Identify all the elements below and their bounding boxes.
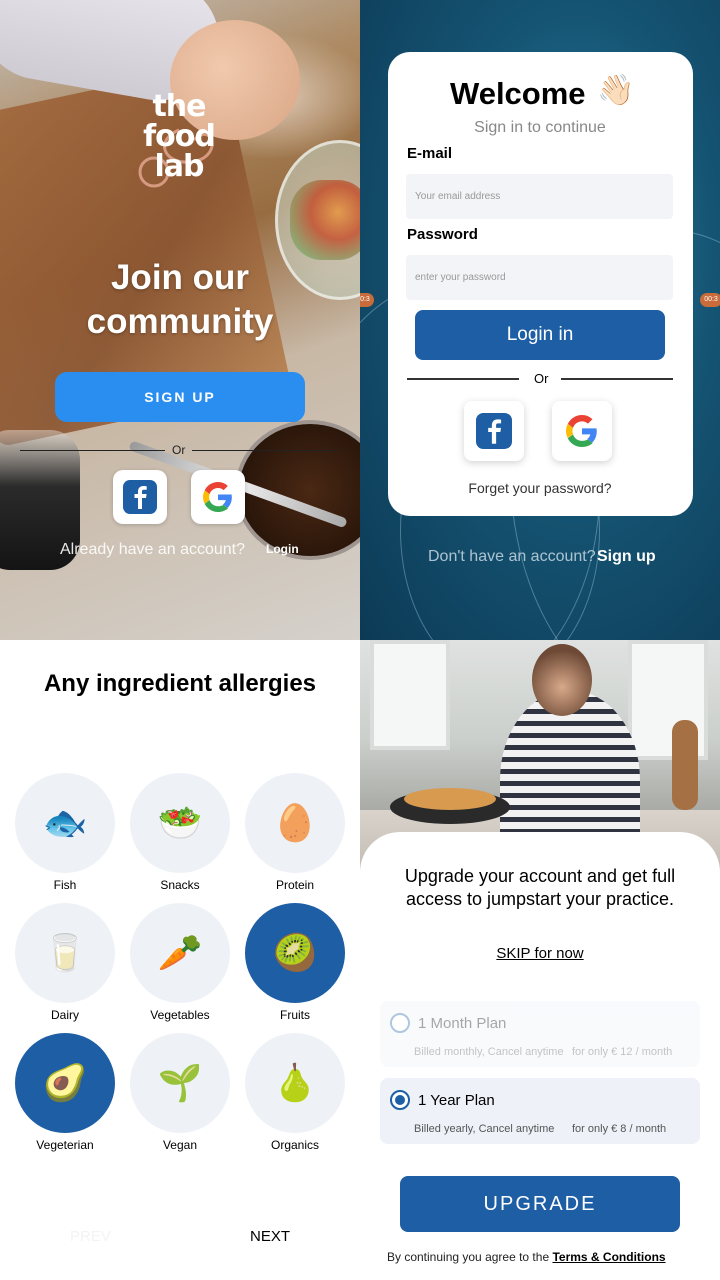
email-label: E-mail <box>407 145 453 162</box>
radio-button[interactable] <box>390 1090 410 1110</box>
timer-badge: 00:3 <box>700 293 720 307</box>
divider <box>192 450 340 451</box>
google-button[interactable] <box>552 401 612 461</box>
facebook-icon <box>123 480 157 514</box>
join-heading: Join our community <box>0 256 360 344</box>
food-lab-logo: the food lab <box>134 92 224 188</box>
or-label: Or <box>172 443 186 457</box>
divider <box>561 378 673 380</box>
guitar-image <box>672 720 698 810</box>
option-label: Fruits <box>280 1008 310 1022</box>
heading-line: Join our <box>110 258 250 297</box>
forgot-password-link[interactable]: Forget your password? <box>360 480 720 496</box>
pasta-image <box>404 788 496 810</box>
plan-option-yearly[interactable]: 1 Year Plan Billed yearly, Cancel anytim… <box>380 1078 700 1144</box>
plan-price: for only € 12 / month <box>572 1046 673 1058</box>
allergies-screen: Any ingredient allergies 🐟 Fish 🥗 Snacks… <box>0 640 360 1280</box>
login-screen: 00:3 00:3 Welcome 👋🏻 Sign in to continue… <box>360 0 720 640</box>
next-button[interactable]: NEXT <box>250 1228 290 1245</box>
heading-line: access to jumpstart your practice. <box>405 889 675 909</box>
plan-name: 1 Year Plan <box>418 1092 495 1109</box>
person-head-image <box>532 644 592 716</box>
allergy-option-fruits[interactable]: 🥝 Fruits <box>245 903 345 1033</box>
upgrade-screen: Upgrade your account and get full access… <box>360 640 720 1280</box>
allergy-option-vegetables[interactable]: 🥕 Vegetables <box>130 903 230 1033</box>
facebook-icon <box>476 413 512 449</box>
signup-button[interactable]: SIGN UP <box>55 372 305 422</box>
option-label: Protein <box>275 878 315 892</box>
signup-screen: the food lab Join our community SIGN UP … <box>0 0 360 640</box>
logo-text: lab <box>154 149 204 184</box>
radio-button[interactable] <box>390 1013 410 1033</box>
fish-icon: 🐟 <box>15 773 115 873</box>
logo-text: the <box>152 89 206 124</box>
divider <box>20 450 165 451</box>
egg-icon: 🥚 <box>245 773 345 873</box>
terms-prefix: By continuing you agree to the <box>387 1250 550 1264</box>
upgrade-heading: Upgrade your account and get full access… <box>360 865 720 911</box>
login-link[interactable]: Login <box>266 542 299 556</box>
google-icon <box>566 415 597 447</box>
option-label: Vegetables <box>150 1008 210 1022</box>
welcome-title: Welcome <box>450 76 586 111</box>
option-label: Fish <box>53 878 77 892</box>
heading-line: community <box>86 302 274 341</box>
kiwi-icon: 🥝 <box>245 903 345 1003</box>
page-title: Any ingredient allergies <box>43 670 317 697</box>
option-label: Vegeterian <box>36 1138 94 1152</box>
facebook-button[interactable] <box>464 401 524 461</box>
allergy-option-snacks[interactable]: 🥗 Snacks <box>130 773 230 903</box>
option-label: Organics <box>270 1138 320 1152</box>
salad-image <box>290 180 360 260</box>
allergy-option-fish[interactable]: 🐟 Fish <box>15 773 115 903</box>
allergy-option-vegeterian[interactable]: 🥑 Vegeterian <box>15 1033 115 1163</box>
window-image <box>370 640 450 750</box>
welcome-subtitle: Sign in to continue <box>474 119 606 136</box>
no-account-text: Don't have an account? <box>428 548 596 565</box>
allergy-option-vegan[interactable]: 🌱 Vegan <box>130 1033 230 1163</box>
waving-hand-icon: 👋🏻 <box>597 74 635 107</box>
plan-billing: Billed yearly, Cancel anytime <box>414 1123 555 1135</box>
plan-price: for only € 8 / month <box>572 1123 667 1135</box>
upgrade-button[interactable]: UPGRADE <box>400 1176 680 1232</box>
skip-link[interactable]: SKIP for now <box>360 945 720 962</box>
carrot-icon: 🥕 <box>130 903 230 1003</box>
divider <box>407 378 519 380</box>
password-label: Password <box>407 226 478 243</box>
prev-button[interactable]: PREV <box>70 1228 111 1245</box>
milk-icon: 🥛 <box>15 903 115 1003</box>
salad-icon: 🥗 <box>130 773 230 873</box>
already-account-text: Already have an account? <box>60 541 246 558</box>
google-icon <box>203 482 232 512</box>
password-field[interactable] <box>406 255 673 300</box>
signup-link[interactable]: Sign up <box>597 548 656 566</box>
option-label: Vegan <box>162 1138 198 1152</box>
allergy-option-organics[interactable]: 🍐 Organics <box>245 1033 345 1163</box>
terms-link[interactable]: Terms & Conditions <box>552 1250 665 1264</box>
heading-line: Upgrade your account and get full <box>404 866 676 886</box>
logo-text: food <box>143 119 216 154</box>
or-label: Or <box>534 371 549 386</box>
plan-option-monthly[interactable]: 1 Month Plan Billed monthly, Cancel anyt… <box>380 1001 700 1067</box>
allergy-option-dairy[interactable]: 🥛 Dairy <box>15 903 115 1033</box>
pear-icon: 🍐 <box>245 1033 345 1133</box>
option-label: Snacks <box>160 878 200 892</box>
login-button[interactable]: Login in <box>415 310 665 360</box>
seedling-icon: 🌱 <box>130 1033 230 1133</box>
google-button[interactable] <box>191 470 245 524</box>
facebook-button[interactable] <box>113 470 167 524</box>
email-field[interactable] <box>406 174 673 219</box>
plan-billing: Billed monthly, Cancel anytime <box>414 1046 564 1058</box>
avocado-icon: 🥑 <box>15 1033 115 1133</box>
timer-badge: 00:3 <box>360 293 374 307</box>
plan-name: 1 Month Plan <box>418 1015 507 1032</box>
terms-text: By continuing you agree to the Terms & C… <box>387 1250 666 1264</box>
option-label: Dairy <box>50 1008 79 1022</box>
allergy-option-protein[interactable]: 🥚 Protein <box>245 773 345 903</box>
